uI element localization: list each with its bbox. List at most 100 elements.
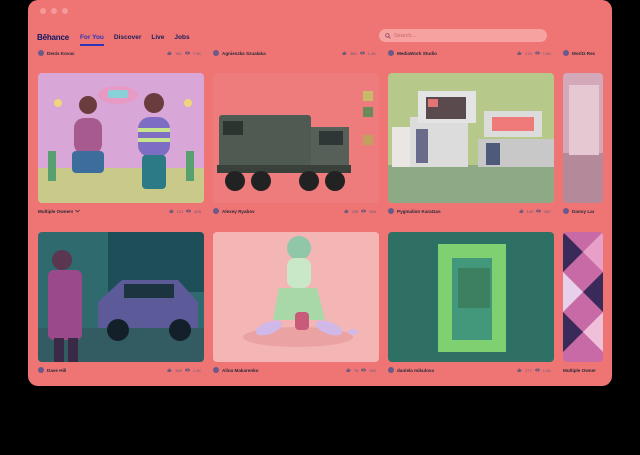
project-thumbnail[interactable]	[38, 232, 204, 362]
project-meta: MediaWork Studio 275 1.5K	[388, 50, 553, 56]
project-stats: 295 859	[344, 209, 376, 214]
like-count: 781	[175, 50, 182, 56]
view-count: 825	[194, 208, 201, 214]
top-nav: Bēhance For You Discover Live Jobs	[37, 29, 603, 46]
view-count: 687	[544, 208, 551, 214]
pattern-thumbnail	[563, 232, 603, 362]
project-stats: 275 1.5K	[517, 51, 551, 56]
nav-for-you[interactable]: For You	[79, 34, 104, 46]
owner-name[interactable]: Moritz Rec	[572, 51, 595, 56]
project-thumbnail[interactable]	[38, 73, 204, 203]
project-stats: 76 282	[346, 368, 376, 373]
avatar[interactable]	[388, 367, 394, 373]
eye-icon	[184, 368, 190, 372]
like-count: 76	[353, 367, 359, 373]
project-meta: Multiple Owner	[563, 368, 603, 373]
view-count: 282	[369, 367, 376, 373]
green-frame-thumbnail	[388, 232, 554, 362]
chevron-down-icon[interactable]	[75, 209, 81, 213]
thumbs-up-icon	[169, 209, 174, 213]
behance-logo[interactable]: Bēhance	[37, 33, 69, 42]
eye-icon	[534, 51, 540, 55]
project-meta-row: Dave Hill 358 1.4K Alina Makarenko 76 28…	[38, 366, 612, 374]
avatar[interactable]	[213, 367, 219, 373]
project-stats: 109 687	[519, 209, 551, 214]
project-meta: Alina Makarenko 76 282	[213, 367, 378, 373]
eye-icon	[536, 209, 542, 213]
illustration-couple-thumbnail	[38, 73, 204, 203]
minimize-window-button[interactable]	[51, 8, 57, 14]
owner-name[interactable]: Danny Lar	[572, 209, 594, 214]
avatar[interactable]	[388, 208, 394, 214]
like-count: 121	[176, 208, 184, 214]
thumbs-up-icon	[517, 51, 522, 55]
avatar[interactable]	[388, 50, 394, 56]
search-input[interactable]	[394, 32, 534, 39]
view-count: 1.4K	[367, 50, 376, 56]
project-meta: Danny Lar	[563, 208, 603, 214]
avatar[interactable]	[213, 208, 219, 214]
project-meta: Dave Hill 358 1.4K	[38, 367, 203, 373]
owner-name[interactable]: Alina Makarenko	[222, 368, 259, 373]
project-meta: Pygmalion Karatzas 109 687	[388, 208, 553, 214]
project-thumbnail[interactable]	[563, 73, 603, 203]
project-stats: 277 1.4K	[517, 368, 551, 373]
avatar[interactable]	[563, 208, 569, 214]
project-meta: Alexey Ryabov 295 859	[213, 208, 378, 214]
eye-icon	[359, 51, 365, 55]
project-meta-row: Denis Kovac 781 7.9K Agnieszka Szuałaka …	[38, 49, 612, 57]
avatar[interactable]	[38, 367, 44, 373]
nav-discover[interactable]: Discover	[114, 34, 141, 41]
project-meta: Denis Kovac 781 7.9K	[38, 50, 203, 56]
eye-icon	[534, 368, 540, 372]
thumbs-up-icon	[517, 368, 522, 372]
project-grid-row	[38, 232, 603, 362]
project-stats: 358 1.4K	[167, 368, 201, 373]
nav-live[interactable]: Live	[151, 34, 164, 41]
owner-name[interactable]: MediaWork Studio	[397, 51, 437, 56]
owner-name[interactable]: Agnieszka Szuałaka	[222, 51, 266, 56]
owner-name[interactable]: Dave Hill	[47, 368, 66, 373]
project-thumbnail[interactable]	[388, 232, 554, 362]
eye-icon	[186, 209, 192, 213]
avatar[interactable]	[38, 50, 44, 56]
browser-window: Bēhance For You Discover Live Jobs Denis…	[28, 0, 612, 386]
owner-name[interactable]: Multiple Owner	[563, 368, 596, 373]
project-thumbnail[interactable]	[563, 232, 603, 362]
view-count: 1.4K	[192, 367, 201, 373]
like-count: 389	[350, 50, 357, 56]
zoom-window-button[interactable]	[62, 8, 68, 14]
eye-icon	[361, 368, 367, 372]
owner-name[interactable]: daniela mikulova	[397, 368, 434, 373]
project-thumbnail[interactable]	[213, 232, 379, 362]
like-count: 295	[351, 208, 359, 214]
thumbs-up-icon	[344, 209, 349, 213]
nav-jobs[interactable]: Jobs	[174, 34, 189, 41]
owner-name[interactable]: Denis Kovac	[47, 51, 75, 56]
view-count: 859	[369, 208, 376, 214]
thumbs-up-icon	[167, 51, 172, 55]
project-stats: 389 1.4K	[342, 51, 376, 56]
thumbs-up-icon	[346, 368, 351, 372]
thumbs-up-icon	[342, 51, 347, 55]
avatar[interactable]	[213, 50, 219, 56]
like-count: 275	[525, 50, 532, 56]
owner-name[interactable]: Multiple Owners	[38, 209, 73, 214]
partial-thumbnail	[563, 73, 603, 203]
search-icon	[385, 32, 391, 39]
thumbs-up-icon	[519, 209, 524, 213]
search-bar[interactable]	[379, 29, 547, 42]
thumbs-up-icon	[167, 368, 172, 372]
close-window-button[interactable]	[40, 8, 46, 14]
avatar[interactable]	[563, 50, 569, 56]
owner-name[interactable]: Pygmalion Karatzas	[397, 209, 441, 214]
project-thumbnail[interactable]	[388, 73, 554, 203]
view-count: 1.5K	[542, 50, 551, 56]
project-stats: 781 7.9K	[167, 51, 201, 56]
owner-name[interactable]: Alexey Ryabov	[222, 209, 255, 214]
project-thumbnail[interactable]	[213, 73, 379, 203]
eye-icon	[184, 51, 190, 55]
project-meta: Multiple Owners 121 825	[38, 209, 203, 214]
eye-icon	[361, 209, 367, 213]
window-controls	[40, 8, 68, 14]
